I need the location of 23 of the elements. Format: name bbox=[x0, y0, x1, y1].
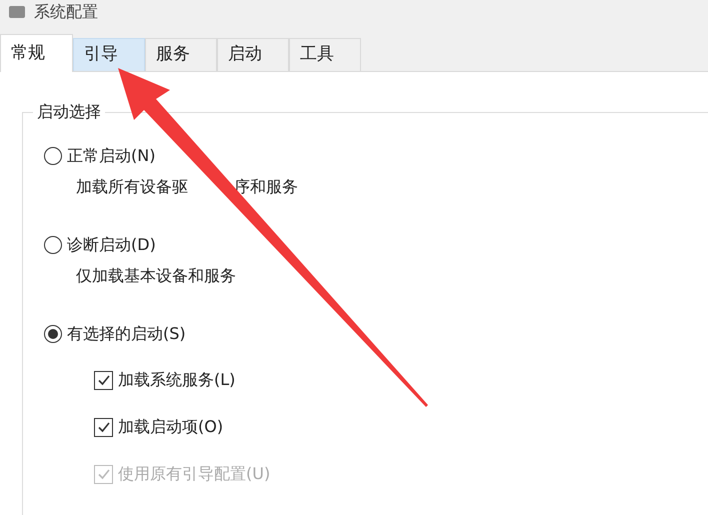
radio-label: 有选择的启动(S) bbox=[67, 323, 186, 345]
check-icon bbox=[96, 373, 110, 387]
radio-label: 诊断启动(D) bbox=[67, 234, 156, 256]
tab[interactable]: 引导 bbox=[73, 38, 145, 71]
radio-button[interactable] bbox=[44, 236, 62, 254]
checkbox-label: 使用原有引导配置(U) bbox=[118, 463, 270, 485]
tab[interactable]: 常规 bbox=[0, 34, 73, 72]
tab[interactable]: 工具 bbox=[289, 38, 361, 71]
radio-button[interactable] bbox=[44, 325, 62, 343]
checkbox[interactable] bbox=[94, 370, 113, 390]
radio-label: 正常启动(N) bbox=[67, 145, 156, 167]
check-icon bbox=[96, 467, 110, 481]
tab[interactable]: 启动 bbox=[217, 38, 289, 71]
window-title: 系统配置 bbox=[34, 1, 98, 23]
checkbox[interactable] bbox=[94, 418, 113, 436]
checkbox-label: 加载系统服务(L) bbox=[118, 369, 236, 391]
checkbox-label: 加载启动项(O) bbox=[118, 416, 224, 438]
tab[interactable]: 服务 bbox=[145, 38, 217, 71]
radio-button[interactable] bbox=[44, 147, 62, 165]
option-description: 加载所有设备驱 bbox=[76, 176, 188, 198]
check-icon bbox=[96, 420, 110, 434]
option-description: 仅加载基本设备和服务 bbox=[76, 265, 236, 287]
app-icon bbox=[8, 5, 26, 19]
